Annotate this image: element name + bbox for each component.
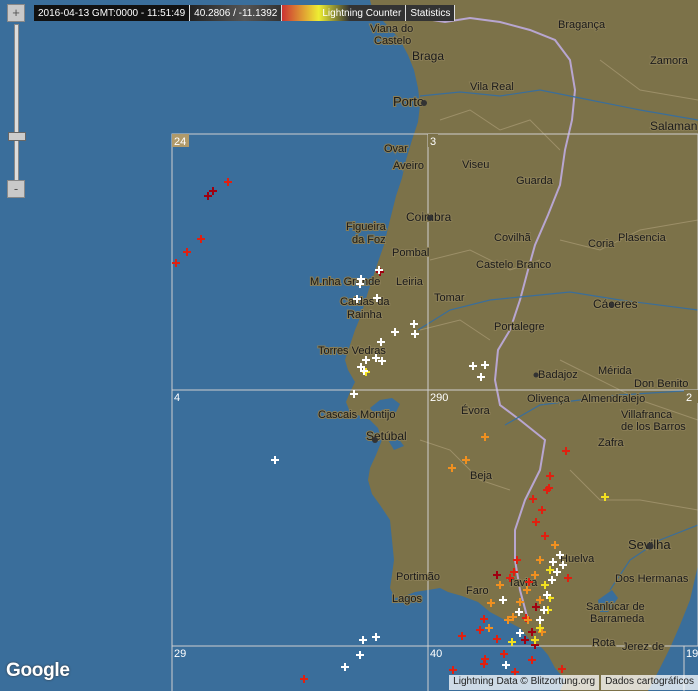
city-label: M.nha Grande [310,276,380,288]
city-label: Setúbal [366,429,407,443]
grid-label: 24 [174,136,186,148]
zoom-control[interactable]: + - [6,4,26,200]
city-label: Montijo [360,409,395,421]
grid-label: 19 [686,648,698,660]
city-label: Tomar [434,292,465,304]
grid-label: 4 [174,392,180,404]
city-label: Vila Real [470,81,514,93]
city-label: Portimão [396,571,440,583]
city-label: Salaman [650,119,697,133]
city-label: Viseu [462,159,489,171]
city-label: Sanlúcar de [586,601,645,613]
grid-label: 290 [430,392,448,404]
city-label: Ovar [384,143,408,155]
lightning-map[interactable]: 24 3 4 290 2 29 40 19 Viana do Castelo B… [0,0,698,691]
zoom-slider-track[interactable] [14,24,19,186]
zoom-out-button[interactable]: - [7,180,25,198]
city-label: Lagos [392,593,422,605]
zoom-slider-handle[interactable] [8,132,26,141]
city-label: de los Barros [621,421,686,433]
city-label: Jerez de [622,641,664,653]
city-label: Guarda [516,175,554,187]
grid-label: 3 [430,136,436,148]
city-label: Zamora [650,55,689,67]
city-label: Badajoz [538,369,578,381]
city-label: Dos Hermanas [615,573,689,585]
city-label: da Foz [352,234,386,246]
google-logo[interactable]: Google [6,660,70,682]
info-bar: 2016-04-13 GMT:0000 - 11:51:49 40.2806 /… [34,4,456,22]
city-label: Almendralejo [581,393,645,405]
grid-label: 40 [430,648,442,660]
city-label: Castelo Branco [476,259,551,271]
city-label: Braga [412,49,444,63]
city-label: Castelo [374,35,411,47]
city-label: Portalegre [494,321,545,333]
city-label: Beja [470,470,493,482]
lightning-counter-button[interactable]: Lightning Counter [282,5,407,21]
map-data-link[interactable]: Dados cartográficos [601,675,698,690]
time-readout: 2016-04-13 GMT:0000 - 11:51:49 [34,5,191,21]
attribution: Lightning Data © Blitzortung.org Dados c… [449,675,698,690]
city-label: Mérida [598,365,633,377]
city-label: Zafra [598,437,625,449]
city-label: Cascais [318,409,358,421]
city-label: Aveiro [393,160,424,172]
city-label: Viana do [370,23,413,35]
city-label: Pombal [392,247,429,259]
city-label: Évora [461,404,491,417]
city-label: Don Benito [634,378,688,390]
grid-label: 2 [686,392,692,404]
city-label: Caldas da [340,296,390,308]
city-label: Figueira [346,221,387,233]
zoom-in-button[interactable]: + [7,4,25,22]
city-label: Faro [466,585,489,597]
statistics-button[interactable]: Statistics [406,5,456,21]
coordinate-readout: 40.2806 / -11.1392 [190,5,283,21]
grid-label: 29 [174,648,186,660]
city-label: Olivença [527,393,571,405]
city-label: Rainha [347,309,383,321]
city-label: Barrameda [590,613,645,625]
city-label: Rota [592,637,616,649]
city-label: Cáceres [593,297,638,311]
city-label: Bragança [558,19,606,31]
city-label: Plasencia [618,232,667,244]
city-label: Leiria [396,276,424,288]
city-label: Coria [588,238,615,250]
city-label: Villafranca [621,409,673,421]
city-label: Covilhã [494,232,532,244]
lightning-data-credit[interactable]: Lightning Data © Blitzortung.org [449,675,600,690]
city-label: Huelva [560,553,595,565]
city-label: Porto [393,94,424,109]
